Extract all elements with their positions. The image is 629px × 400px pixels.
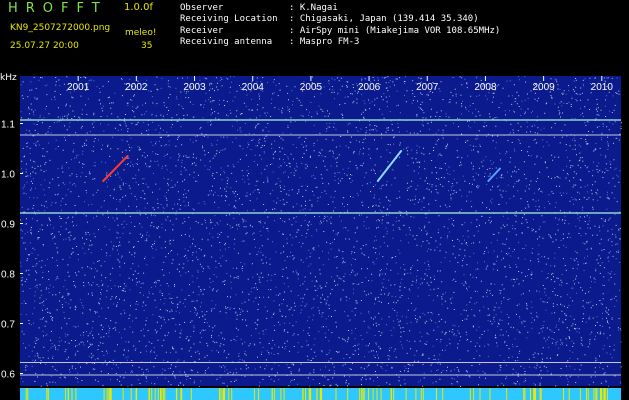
- bottom-band: [20, 388, 621, 400]
- x-tick-label: 2003: [183, 82, 206, 93]
- y-tick-label: 0.9: [1, 220, 15, 231]
- x-tick-label: 2008: [474, 82, 497, 93]
- x-tick-label: 2007: [416, 82, 439, 93]
- x-tick-label: 2010: [591, 82, 614, 93]
- x-tick-label: 2001: [67, 82, 90, 93]
- x-tick-label: 2006: [358, 82, 381, 93]
- x-tick-label: 2009: [532, 82, 555, 93]
- y-tick-label: 0.8: [1, 270, 15, 281]
- y-tick-label: 1.0: [1, 170, 15, 181]
- y-tick-label: 1.1: [1, 120, 15, 131]
- x-tick-label: 2005: [300, 82, 323, 93]
- spectrogram-background: [20, 76, 621, 386]
- y-tick-label: 0.6: [1, 370, 15, 381]
- y-tick-label: 0.7: [1, 320, 15, 331]
- y-axis-ticks: 1.1 1.0 0.9 0.8 0.7 0.6: [1, 120, 23, 381]
- x-tick-label: 2004: [242, 82, 265, 93]
- x-tick-label: 2002: [125, 82, 148, 93]
- spectrogram-chart: 2001 2002 2003 2004 2005 2006 2007 2008 2009 2010…: [1, 76, 622, 400]
